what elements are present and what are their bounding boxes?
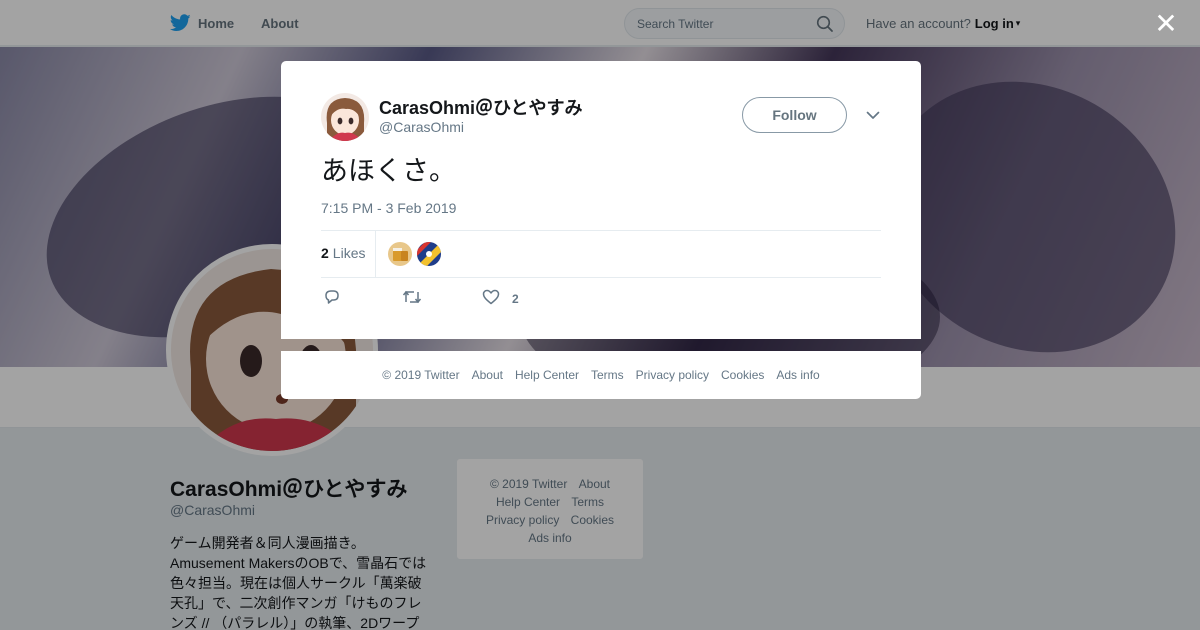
follow-button[interactable]: Follow	[742, 97, 847, 133]
tweet-author-avatar[interactable]	[321, 93, 369, 141]
footer-ads[interactable]: Ads info	[776, 368, 819, 382]
footer-help[interactable]: Help Center	[515, 368, 579, 382]
tweet-modal: CarasOhmi＠ひとやすみ @CarasOhmi Follow あほくさ。 …	[281, 61, 921, 339]
retweet-icon	[402, 288, 422, 311]
footer-terms[interactable]: Terms	[591, 368, 624, 382]
liker-avatar[interactable]	[388, 242, 412, 266]
heart-icon	[482, 288, 500, 311]
tweet-text: あほくさ。	[321, 156, 456, 186]
stat-divider	[375, 231, 376, 277]
tweet-stats: 2 Likes	[321, 230, 881, 278]
tweet-author-handle[interactable]: @CarasOhmi	[379, 119, 464, 135]
footer-about[interactable]: About	[472, 368, 503, 382]
footer-cookies[interactable]: Cookies	[721, 368, 764, 382]
tweet-timestamp[interactable]: 7:15 PM - 3 Feb 2019	[321, 200, 456, 216]
tweet-actions: 2	[321, 287, 621, 311]
footer-privacy[interactable]: Privacy policy	[636, 368, 709, 382]
tweet-author-name[interactable]: CarasOhmi＠ひとやすみ	[379, 94, 583, 120]
reply-icon	[323, 288, 341, 311]
likes-stat[interactable]: 2 Likes	[321, 245, 365, 261]
chevron-down-icon[interactable]	[863, 107, 883, 123]
like-count: 2	[512, 292, 519, 306]
liker-avatar[interactable]	[417, 242, 441, 266]
likes-label: Likes	[332, 245, 366, 261]
close-icon[interactable]: ✕	[1152, 10, 1180, 38]
footer-copyright: © 2019 Twitter	[382, 368, 460, 382]
like-button[interactable]: 2	[482, 287, 519, 311]
modal-footer: © 2019 Twitter About Help Center Terms P…	[281, 351, 921, 399]
retweet-button[interactable]	[402, 287, 422, 311]
reply-button[interactable]	[323, 287, 341, 311]
likes-count: 2	[321, 245, 329, 261]
